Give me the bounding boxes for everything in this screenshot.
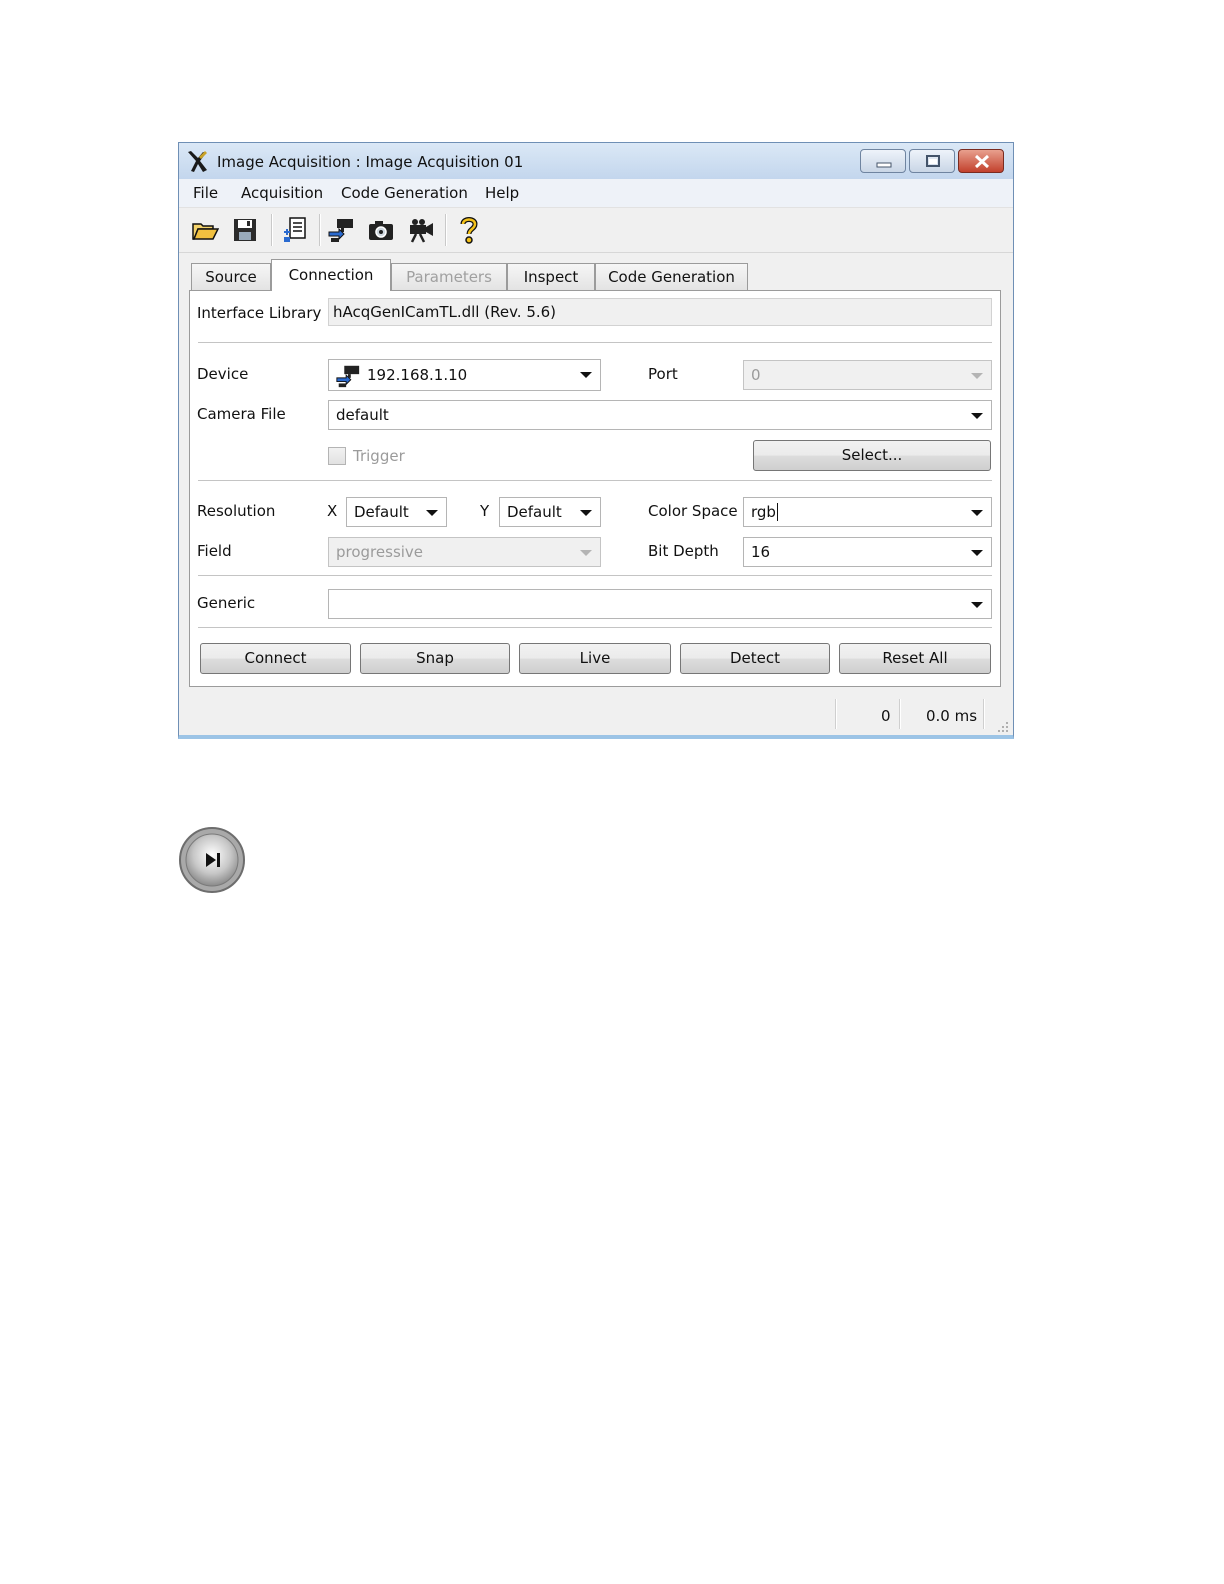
network-device-icon xyxy=(336,365,360,388)
status-count: 0 xyxy=(881,707,891,725)
open-folder-icon[interactable] xyxy=(191,216,219,244)
text-cursor xyxy=(776,503,778,521)
menu-help[interactable]: Help xyxy=(485,184,519,202)
chevron-down-icon xyxy=(580,510,592,516)
image-acquisition-window: Image Acquisition : Image Acquisition 01… xyxy=(178,142,1014,739)
app-logo-icon xyxy=(188,151,207,172)
toolbar-separator xyxy=(319,214,321,246)
toolbar xyxy=(179,207,1013,253)
color-space-combobox[interactable]: rgb xyxy=(743,497,992,527)
title-bar[interactable]: Image Acquisition : Image Acquisition 01 xyxy=(179,143,1013,179)
generic-combobox[interactable] xyxy=(328,589,992,619)
toolbar-separator xyxy=(271,214,273,246)
bit-depth-dropdown[interactable]: 16 xyxy=(743,537,992,567)
settings-list-icon[interactable] xyxy=(281,216,309,244)
interface-library-field: hAcqGenICamTL.dll (Rev. 5.6) xyxy=(328,298,992,326)
select-button[interactable]: Select... xyxy=(753,440,991,471)
step-forward-button[interactable] xyxy=(178,826,246,894)
menu-code-generation[interactable]: Code Generation xyxy=(341,184,468,202)
toolbar-separator xyxy=(445,214,447,246)
tab-code-generation[interactable]: Code Generation xyxy=(595,263,748,290)
detect-button[interactable]: Detect xyxy=(680,643,830,674)
color-space-label: Color Space xyxy=(648,502,738,520)
resolution-y-label: Y xyxy=(480,502,490,520)
snap-camera-icon[interactable] xyxy=(367,216,395,244)
camera-file-label: Camera File xyxy=(197,405,286,423)
connection-panel: Interface Library hAcqGenICamTL.dll (Rev… xyxy=(189,290,1001,687)
device-label: Device xyxy=(197,365,249,383)
port-label: Port xyxy=(648,365,678,383)
tab-inspect[interactable]: Inspect xyxy=(507,263,595,290)
resize-grip-icon[interactable] xyxy=(995,719,1009,733)
maximize-icon xyxy=(926,155,940,167)
resolution-label: Resolution xyxy=(197,502,276,520)
port-dropdown: 0 xyxy=(743,360,992,390)
save-icon[interactable] xyxy=(231,216,259,244)
menu-file[interactable]: File xyxy=(193,184,218,202)
tab-connection[interactable]: Connection xyxy=(271,259,391,291)
snap-button[interactable]: Snap xyxy=(360,643,510,674)
resolution-x-dropdown[interactable]: Default xyxy=(346,497,447,527)
close-button[interactable] xyxy=(958,149,1004,173)
connect-icon[interactable] xyxy=(327,216,355,244)
chevron-down-icon xyxy=(971,510,983,516)
trigger-label: Trigger xyxy=(353,447,405,465)
generic-label: Generic xyxy=(197,594,256,612)
live-button[interactable]: Live xyxy=(519,643,671,674)
chevron-down-icon xyxy=(971,373,983,379)
camera-file-value: default xyxy=(336,406,389,424)
reset-all-button[interactable]: Reset All xyxy=(839,643,991,674)
status-separator xyxy=(835,699,837,729)
minimize-button[interactable] xyxy=(860,149,906,173)
live-video-icon[interactable] xyxy=(407,216,435,244)
bit-depth-label: Bit Depth xyxy=(648,542,719,560)
status-separator xyxy=(983,699,985,729)
chevron-down-icon xyxy=(580,550,592,556)
divider xyxy=(198,480,992,482)
menu-acquisition[interactable]: Acquisition xyxy=(241,184,323,202)
field-label: Field xyxy=(197,542,232,560)
chevron-down-icon xyxy=(426,510,438,516)
trigger-checkbox xyxy=(328,447,346,465)
status-separator xyxy=(899,699,901,729)
chevron-down-icon xyxy=(971,413,983,419)
window-title: Image Acquisition : Image Acquisition 01 xyxy=(217,153,524,171)
tab-source[interactable]: Source xyxy=(191,263,271,290)
resolution-y-dropdown[interactable]: Default xyxy=(499,497,601,527)
help-icon[interactable] xyxy=(455,216,483,244)
resolution-x-value: Default xyxy=(354,503,409,521)
close-icon xyxy=(974,154,990,169)
field-dropdown: progressive xyxy=(328,537,601,567)
interface-library-label: Interface Library xyxy=(197,304,322,322)
resolution-y-value: Default xyxy=(507,503,562,521)
minimize-icon xyxy=(876,162,892,168)
chevron-down-icon xyxy=(580,372,592,378)
chevron-down-icon xyxy=(971,602,983,608)
connect-button[interactable]: Connect xyxy=(200,643,351,674)
color-space-value: rgb xyxy=(751,503,776,521)
resolution-x-label: X xyxy=(327,502,338,520)
chevron-down-icon xyxy=(971,550,983,556)
divider xyxy=(198,627,992,629)
status-bar: 0 0.0 ms xyxy=(179,695,1013,735)
camera-file-dropdown[interactable]: default xyxy=(328,400,992,430)
port-value: 0 xyxy=(751,366,761,384)
menu-bar: File Acquisition Code Generation Help xyxy=(179,179,1013,207)
bit-depth-value: 16 xyxy=(751,543,771,561)
field-value: progressive xyxy=(336,543,424,561)
divider xyxy=(198,342,992,344)
tab-parameters: Parameters xyxy=(391,263,507,290)
maximize-button[interactable] xyxy=(909,149,955,173)
divider xyxy=(198,575,992,577)
status-time: 0.0 ms xyxy=(926,707,978,725)
device-value: 192.168.1.10 xyxy=(367,366,468,384)
device-dropdown[interactable]: 192.168.1.10 xyxy=(328,359,601,391)
